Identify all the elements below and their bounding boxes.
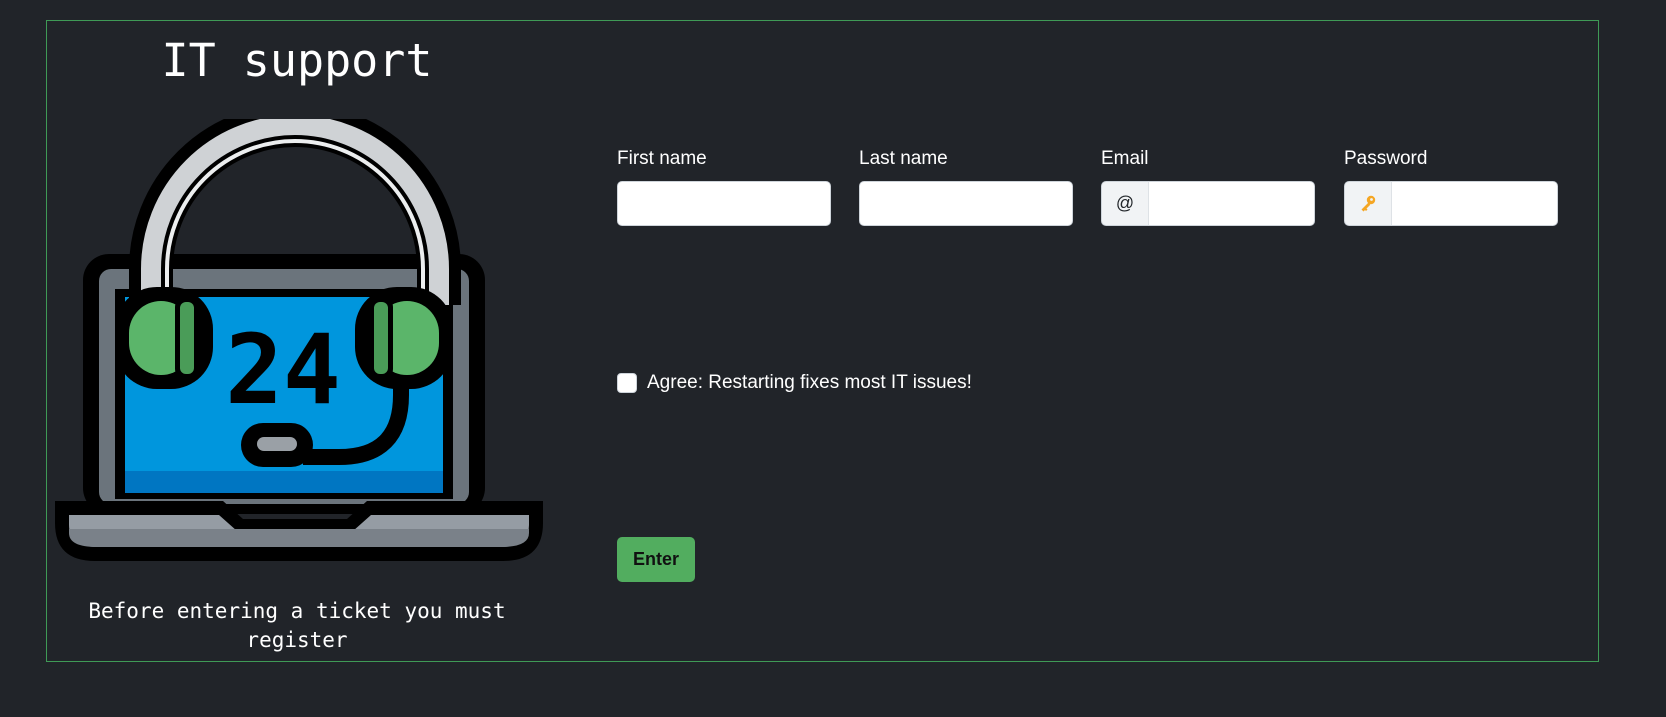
first-name-input[interactable] [617,181,831,226]
register-caption: Before entering a ticket you must regist… [88,599,506,652]
email-input-group: @ [1101,181,1315,226]
agree-row: Agree: Restarting fixes most IT issues! [617,371,972,395]
at-sign-addon: @ [1101,181,1148,226]
first-name-label: First name [617,148,707,169]
registration-form: First name Last name Email @ Password Ag… [617,21,1598,661]
enter-button[interactable]: Enter [617,537,695,582]
agree-checkbox[interactable] [617,373,637,393]
email-input[interactable] [1148,181,1315,226]
password-input-group [1344,181,1558,226]
password-label: Password [1344,148,1428,169]
first-name-field: First name [617,147,831,226]
email-field: Email @ [1101,147,1315,226]
agree-label: Agree: Restarting fixes most IT issues! [647,372,972,393]
password-field: Password [1344,147,1558,226]
headset-laptop-24-icon: 24 [55,119,543,561]
left-column: IT support 24 Before entering a ticket y… [47,21,547,661]
page-title: IT support [161,34,433,87]
last-name-field: Last name [859,147,1073,226]
last-name-input[interactable] [859,181,1073,226]
email-label: Email [1101,148,1149,169]
last-name-label: Last name [859,148,948,169]
key-icon [1344,181,1391,226]
badge-24-text: 24 [225,314,341,426]
main-frame: IT support 24 Before entering a ticket y… [46,20,1599,662]
password-input[interactable] [1391,181,1558,226]
